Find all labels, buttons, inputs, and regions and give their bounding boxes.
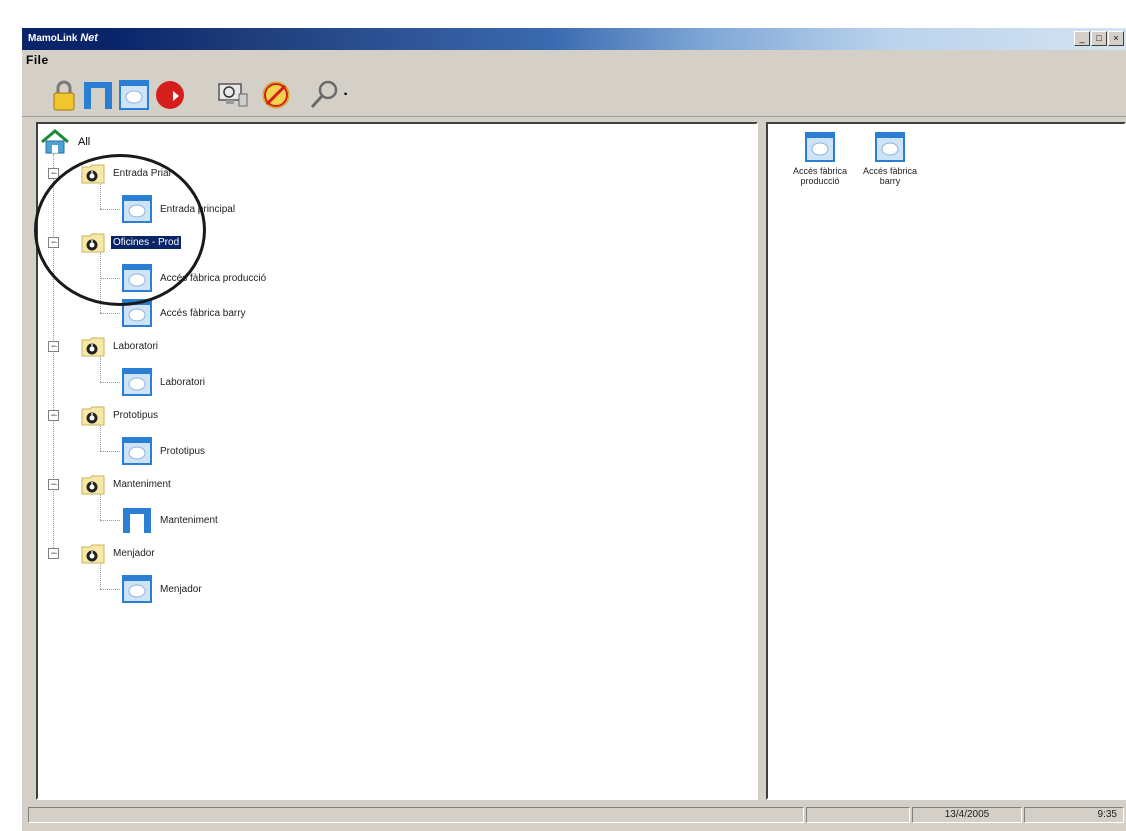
tree-door-label: Accés fàbrica barry — [160, 307, 246, 319]
group-folder-icon — [81, 542, 105, 564]
tree-door-label: Manteniment — [160, 514, 218, 526]
status-date: 13/4/2005 — [912, 807, 1022, 823]
block-clock-button[interactable] — [260, 78, 292, 112]
tree-group-4[interactable]: − Manteniment — [48, 471, 173, 497]
tree-group-label: Prototipus — [113, 409, 159, 421]
door-card-icon — [122, 264, 152, 292]
door-card-icon — [119, 80, 149, 110]
door-card-icon — [122, 368, 152, 396]
monitor-magnify-icon — [218, 83, 248, 107]
card-door-button[interactable] — [118, 78, 150, 112]
tree-group-2[interactable]: − Laboratori — [48, 333, 160, 359]
door-card-icon — [122, 437, 152, 465]
block-clock-icon — [262, 81, 290, 109]
door-card-icon — [122, 575, 152, 603]
tree-door-label: Prototipus — [160, 445, 206, 457]
window-title: MamoLink Net — [28, 32, 98, 44]
status-time: 9:35 — [1024, 807, 1124, 823]
maximize-button[interactable]: □ — [1091, 31, 1107, 46]
tree-door-label: Menjador — [160, 583, 202, 595]
title-suffix: Net — [80, 32, 98, 44]
title-prefix: MamoLink — [28, 33, 78, 44]
tree-door-label: Entrada principal — [160, 203, 236, 215]
tree-group-label: Menjador — [113, 547, 155, 559]
tree-door-label: Accés fàbrica producció — [160, 272, 267, 284]
door-card-icon — [122, 299, 152, 327]
tree-root[interactable]: All — [40, 129, 90, 155]
gate-button[interactable] — [82, 78, 114, 112]
list-pane[interactable]: Accés fàbrica producció Accés fàbrica bar… — [766, 122, 1126, 800]
group-folder-icon — [81, 335, 105, 357]
title-bar[interactable]: MamoLink Net _ □ × — [22, 28, 1126, 50]
status-panel-empty — [806, 807, 910, 823]
door-gate-icon — [84, 82, 112, 109]
dropdown-arrow-icon[interactable]: · — [343, 86, 348, 104]
tree-group-5[interactable]: − Menjador — [48, 540, 157, 566]
list-door-item[interactable]: Accés fàbrica producció — [788, 132, 852, 186]
tree-root-label: All — [78, 136, 91, 148]
list-door-item[interactable]: Accés fàbrica barry — [858, 132, 922, 186]
tree-group-label: Entrada Prial — [113, 167, 171, 179]
group-folder-icon — [81, 473, 105, 495]
tree-door-label: Laboratori — [160, 376, 206, 388]
tree-door-item[interactable]: Prototipus — [122, 436, 205, 466]
tree-group-label: Laboratori — [113, 340, 159, 352]
menu-bar: File — [22, 51, 1126, 68]
list-door-label: Accés fàbrica barry — [862, 166, 918, 186]
tree-group-1[interactable]: − Oficines - Prod — [48, 229, 182, 255]
door-card-icon — [805, 132, 835, 162]
tree-door-item[interactable]: Accés fàbrica barry — [122, 298, 246, 328]
tree-group-0[interactable]: − Entrada Prial — [48, 160, 173, 186]
toolbar: · — [22, 70, 1126, 117]
key-search-button[interactable]: · — [306, 78, 352, 112]
key-search-icon — [311, 80, 338, 109]
red-arrow-icon — [156, 81, 184, 109]
monitor-button[interactable] — [216, 78, 250, 112]
tree-pane[interactable]: All − Entrada Prial Entrada principal − Ofic… — [36, 122, 758, 800]
tree-door-item[interactable]: Laboratori — [122, 367, 205, 397]
close-button[interactable]: × — [1108, 31, 1124, 46]
tree-door-item[interactable]: Menjador — [122, 574, 202, 604]
group-folder-icon — [81, 162, 105, 184]
list-door-label: Accés fàbrica producció — [792, 166, 848, 186]
tree-group-label: Manteniment — [113, 478, 171, 490]
tree-door-item[interactable]: Entrada principal — [122, 194, 235, 224]
tree-door-item[interactable]: Manteniment — [122, 505, 218, 535]
application-window: MamoLink Net _ □ × File · All − Entrada … — [22, 28, 1126, 831]
tree-group-label: Oficines - Prod — [111, 235, 182, 249]
door-card-icon — [875, 132, 905, 162]
house-icon — [41, 129, 69, 154]
menu-file[interactable]: File — [26, 53, 49, 67]
window-controls: _ □ × — [1074, 31, 1124, 46]
group-folder-icon — [81, 404, 105, 426]
lock-button[interactable] — [50, 78, 78, 112]
redirect-button[interactable] — [154, 78, 186, 112]
status-panel-main — [28, 807, 804, 823]
tree-group-3[interactable]: − Prototipus — [48, 402, 160, 428]
door-gate-icon — [123, 508, 151, 533]
tree-door-item[interactable]: Accés fàbrica producció — [122, 263, 266, 293]
door-card-icon — [122, 195, 152, 223]
status-bar: 13/4/2005 9:35 — [22, 805, 1126, 825]
minimize-button[interactable]: _ — [1074, 31, 1090, 46]
group-folder-icon — [81, 231, 105, 253]
lock-icon — [53, 80, 75, 111]
